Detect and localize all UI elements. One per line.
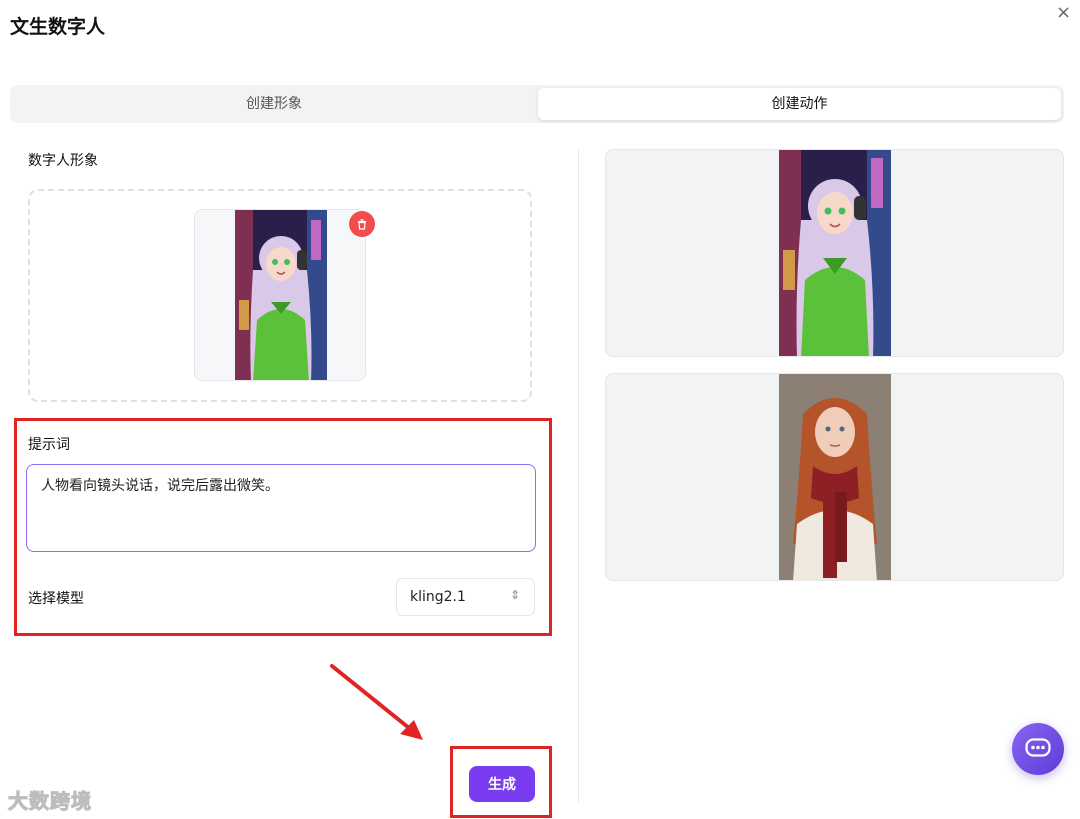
model-select-value: kling2.1 bbox=[410, 589, 466, 605]
dialog-title: 文生数字人 bbox=[10, 16, 106, 38]
tab-bar: 创建形象 创建动作 bbox=[10, 85, 1064, 123]
chevron-up-down-icon: ⇕ bbox=[509, 588, 520, 602]
tab-create-avatar[interactable]: 创建形象 bbox=[10, 88, 538, 120]
model-select[interactable]: kling2.1 ⇕ bbox=[396, 578, 535, 616]
close-icon[interactable]: × bbox=[1056, 2, 1071, 23]
anime-girl-image bbox=[779, 150, 891, 356]
trash-icon bbox=[358, 219, 366, 230]
gallery-item[interactable] bbox=[605, 149, 1064, 357]
watermark: 大数跨境 bbox=[8, 789, 92, 814]
prompt-textarea[interactable]: 人物看向镜头说话，说完后露出微笑。 bbox=[26, 464, 536, 552]
gallery-item[interactable] bbox=[605, 373, 1064, 581]
generate-button[interactable]: 生成 bbox=[469, 766, 535, 802]
red-haired-woman-image bbox=[779, 374, 891, 580]
avatar-section-label: 数字人形象 bbox=[28, 153, 98, 169]
panel-divider bbox=[578, 150, 579, 802]
tab-create-motion[interactable]: 创建动作 bbox=[538, 88, 1061, 120]
chat-support-button[interactable] bbox=[1012, 723, 1064, 775]
annotation-arrow bbox=[330, 664, 423, 740]
anime-girl-image bbox=[235, 210, 327, 380]
uploaded-avatar-thumbnail bbox=[194, 209, 366, 381]
delete-image-button[interactable] bbox=[349, 211, 375, 237]
prompt-label: 提示词 bbox=[28, 437, 70, 453]
chat-bubble-icon bbox=[1025, 738, 1051, 757]
model-label: 选择模型 bbox=[28, 591, 84, 607]
